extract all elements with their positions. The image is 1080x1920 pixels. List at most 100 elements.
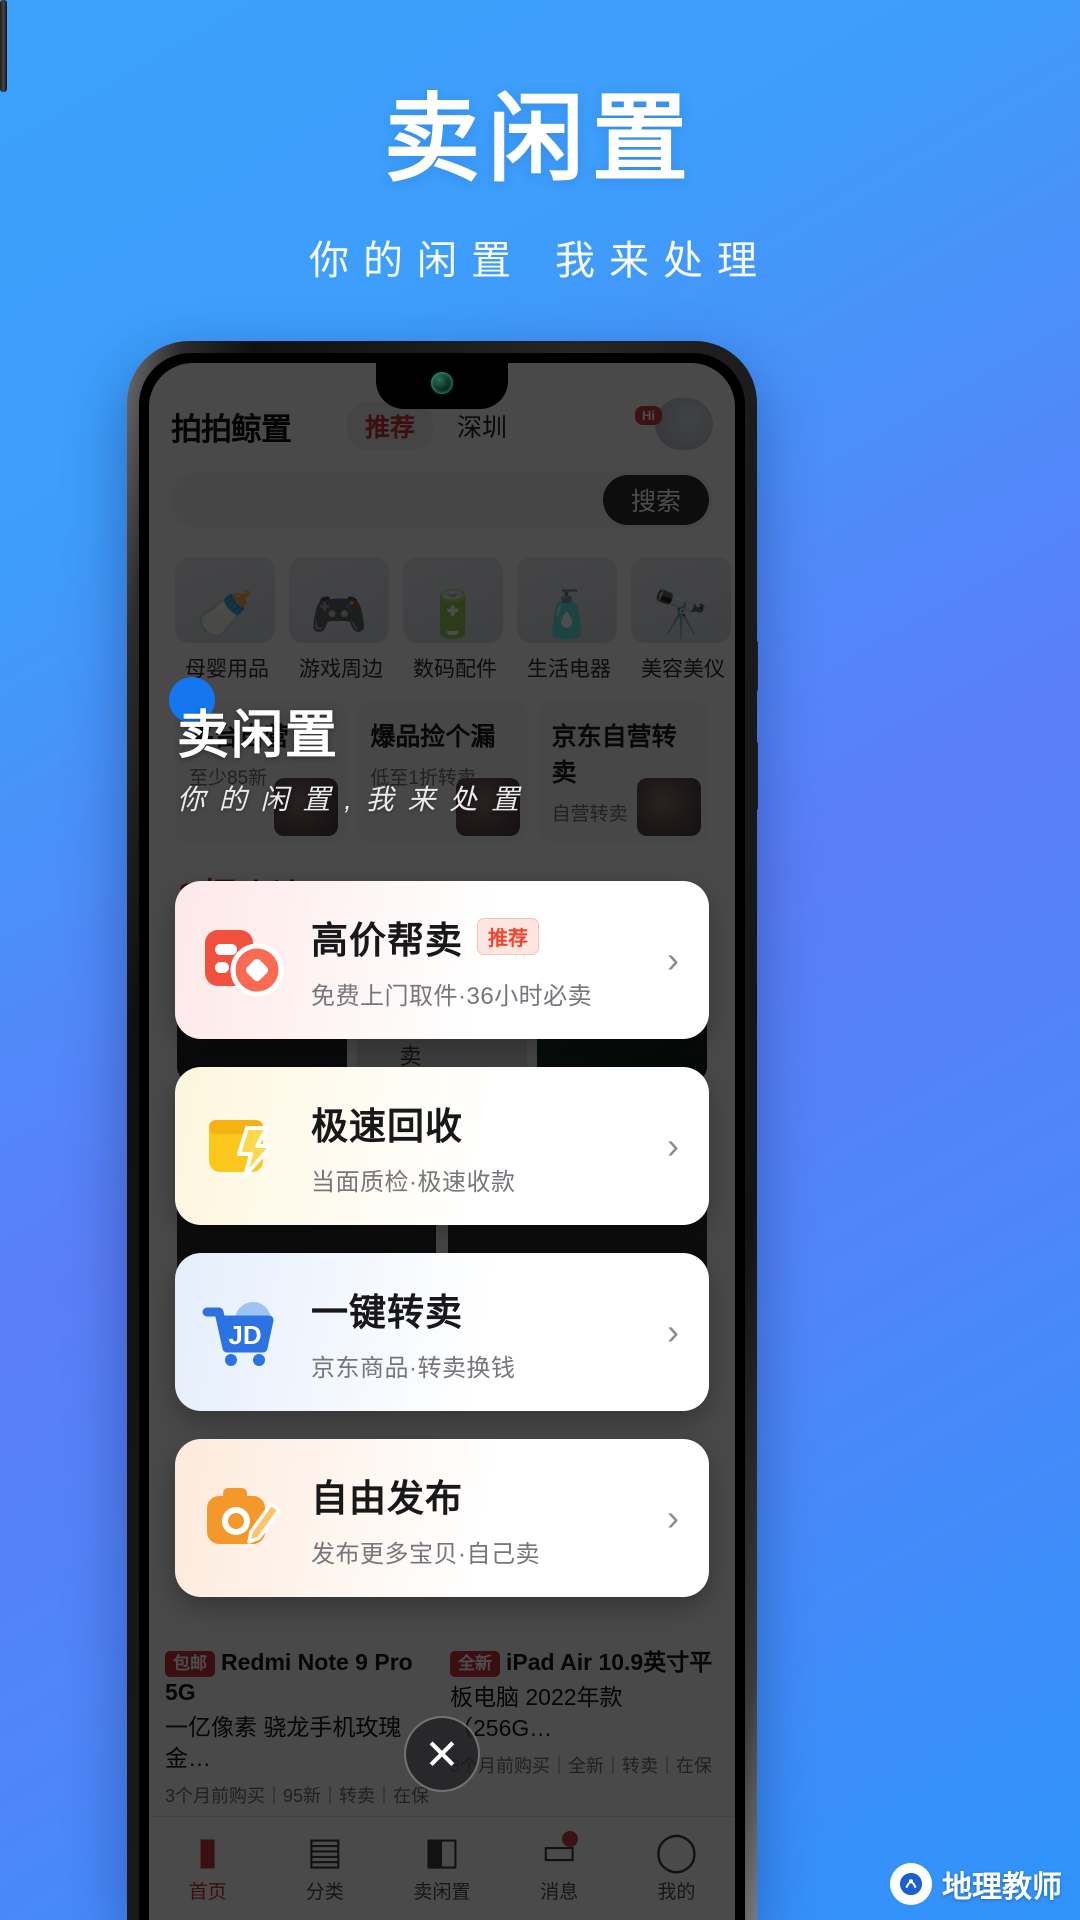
chevron-right-icon[interactable]: › — [667, 1311, 679, 1353]
close-button[interactable]: ✕ — [404, 1716, 480, 1792]
nav-label: 分类 — [266, 1877, 383, 1904]
nav-label: 我的 — [618, 1877, 735, 1904]
subtitle-char: 来 — [609, 239, 663, 283]
action-card-fast-recycle[interactable]: 极速回收 当面质检·极速收款 › — [175, 1067, 709, 1225]
subtitle-char: 的 — [363, 239, 417, 283]
hi-badge: Hi — [635, 406, 662, 425]
site-watermark: 地理教师 — [890, 1862, 1062, 1906]
action-card-high-price[interactable]: 高价帮卖 推荐 免费上门取件·36小时必卖 › — [175, 881, 709, 1039]
product-item[interactable]: 全新iPad Air 10.9英寸平 板电脑 2022年款（256G… 3个月前… — [450, 1648, 719, 1808]
wallet-tag-icon — [201, 918, 285, 1002]
search-button[interactable]: 搜索 — [603, 475, 709, 525]
action-card-desc: 免费上门取件·36小时必卖 — [311, 976, 655, 1011]
subtitle-char: 我 — [555, 239, 609, 283]
phone-bezel: 拍拍鲸置 推荐 深圳 Hi 搜索 🍼 母婴用品 — [139, 353, 745, 1920]
promo-card[interactable]: 平台自营 至少85新 — [175, 701, 346, 842]
message-badge — [562, 1831, 578, 1847]
category-label: 母婴用品 — [175, 653, 279, 683]
user-icon: ◯ — [618, 1833, 735, 1871]
promo-thumb — [456, 778, 520, 836]
message-icon: ▭ — [501, 1833, 618, 1871]
svg-text:JD: JD — [228, 1320, 261, 1350]
tab-city[interactable]: 深圳 — [439, 402, 525, 450]
nav-label: 卖闲置 — [383, 1877, 500, 1904]
category-image: 🔋 — [403, 557, 503, 643]
appliance-icon: 🧴 — [538, 591, 595, 637]
app-tabs: 推荐 深圳 — [347, 402, 525, 450]
nav-item-profile[interactable]: ◯ 我的 — [618, 1833, 735, 1904]
action-card-body: 一键转卖 京东商品·转卖换钱 — [311, 1282, 655, 1383]
avatar[interactable] — [655, 398, 713, 450]
bottom-nav: ▮ 首页 ▤ 分类 ◧ 卖闲置 ▭ 消息 ◯ 我的 — [149, 1816, 735, 1920]
promo-card[interactable]: 爆品捡个漏 低至1折转卖 — [356, 701, 527, 842]
home-icon: ▮ — [149, 1833, 266, 1871]
action-card-titleline: 一键转卖 — [311, 1282, 655, 1336]
search-bar[interactable]: 搜索 — [171, 471, 713, 529]
action-card-body: 自由发布 发布更多宝贝·自己卖 — [311, 1468, 655, 1569]
app-logo: 拍拍鲸置 — [171, 404, 291, 449]
subtitle-char: 闲 — [417, 239, 471, 283]
category-row: 🍼 母婴用品 🎮 游戏周边 🔋 数码配件 🧴 生活电器 — [171, 557, 713, 683]
chevron-right-icon[interactable]: › — [667, 1125, 679, 1167]
subtitle-char: 理 — [717, 239, 771, 283]
nav-item-category[interactable]: ▤ 分类 — [266, 1833, 383, 1904]
product-line1: 全新iPad Air 10.9英寸平 — [450, 1648, 719, 1678]
category-item[interactable]: 🔋 数码配件 — [403, 557, 507, 683]
action-card-free-publish[interactable]: 自由发布 发布更多宝贝·自己卖 › — [175, 1439, 709, 1597]
nav-item-home[interactable]: ▮ 首页 — [149, 1833, 266, 1904]
action-card-title: 高价帮卖 — [311, 910, 463, 964]
action-card-titleline: 高价帮卖 推荐 — [311, 910, 655, 964]
promo-title: 爆品捡个漏 — [370, 717, 513, 753]
front-camera-icon — [431, 372, 453, 394]
action-card-desc: 京东商品·转卖换钱 — [311, 1348, 655, 1383]
category-label: 美容美仪 — [631, 653, 735, 683]
promo-card[interactable]: 京东自营转卖 自营转卖 — [538, 701, 709, 842]
category-item[interactable]: 🍼 母婴用品 — [175, 557, 279, 683]
product-line2: 板电脑 2022年款（256G… — [450, 1682, 719, 1744]
chevron-right-icon[interactable]: › — [667, 939, 679, 981]
tab-recommend[interactable]: 推荐 — [347, 402, 433, 450]
action-card-title: 自由发布 — [311, 1468, 463, 1522]
product-line2: 一亿像素 骁龙手机玫瑰金… — [165, 1712, 434, 1774]
promo-row: 平台自营 至少85新 爆品捡个漏 低至1折转卖 京东自营转卖 自营转卖 — [171, 701, 713, 842]
category-item[interactable]: 🔭 美容美仪 — [631, 557, 735, 683]
category-label: 数码配件 — [403, 653, 507, 683]
app-top-bar: 拍拍鲸置 推荐 深圳 Hi — [171, 403, 713, 449]
nav-label: 首页 — [149, 1877, 266, 1904]
action-card-title: 极速回收 — [311, 1096, 463, 1150]
gamepad-icon: 🎮 — [310, 591, 367, 637]
hero-section: 卖闲置 你的闲置我来处理 — [0, 0, 1080, 286]
camera-pencil-icon — [201, 1476, 285, 1560]
nav-item-sell[interactable]: ◧ 卖闲置 — [383, 1833, 500, 1904]
category-label: 游戏周边 — [289, 653, 393, 683]
sell-icon: ◧ — [383, 1833, 500, 1871]
product-meta: 3个月前购买｜95新｜转卖｜在保 — [165, 1782, 434, 1808]
action-card-desc: 当面质检·极速收款 — [311, 1162, 655, 1197]
category-item[interactable]: 🎮 游戏周边 — [289, 557, 393, 683]
binoculars-icon: 🔭 — [652, 591, 709, 637]
category-image: 🎮 — [289, 557, 389, 643]
avatar-area[interactable]: Hi — [641, 400, 713, 452]
nav-label: 消息 — [501, 1877, 618, 1904]
battery-icon: 🔋 — [424, 591, 481, 637]
category-image: 🍼 — [175, 557, 275, 643]
promo-title: 平台自营 — [189, 717, 332, 753]
jd-cart-icon: JD — [201, 1290, 285, 1374]
subtitle-char: 你 — [309, 239, 363, 283]
nav-item-message[interactable]: ▭ 消息 — [501, 1833, 618, 1904]
product-meta: 3个月前购买｜全新｜转卖｜在保 — [450, 1752, 719, 1778]
category-label: 生活电器 — [517, 653, 621, 683]
product-item[interactable]: 包邮Redmi Note 9 Pro 5G 一亿像素 骁龙手机玫瑰金… 3个月前… — [165, 1648, 434, 1808]
recommend-badge: 推荐 — [477, 918, 539, 955]
action-card-list: 高价帮卖 推荐 免费上门取件·36小时必卖 › — [175, 881, 709, 1625]
product-tag: 全新 — [450, 1651, 500, 1677]
action-card-title: 一键转卖 — [311, 1282, 463, 1336]
chevron-right-icon[interactable]: › — [667, 1497, 679, 1539]
product-tag: 包邮 — [165, 1651, 215, 1677]
watermark-logo-icon — [890, 1863, 932, 1905]
action-card-one-click-resell[interactable]: JD 一键转卖 京东商品·转卖换钱 › — [175, 1253, 709, 1411]
waterdrop-notch — [376, 363, 508, 409]
category-item[interactable]: 🧴 生活电器 — [517, 557, 621, 683]
category-image: 🔭 — [631, 557, 731, 643]
action-card-titleline: 自由发布 — [311, 1468, 655, 1522]
